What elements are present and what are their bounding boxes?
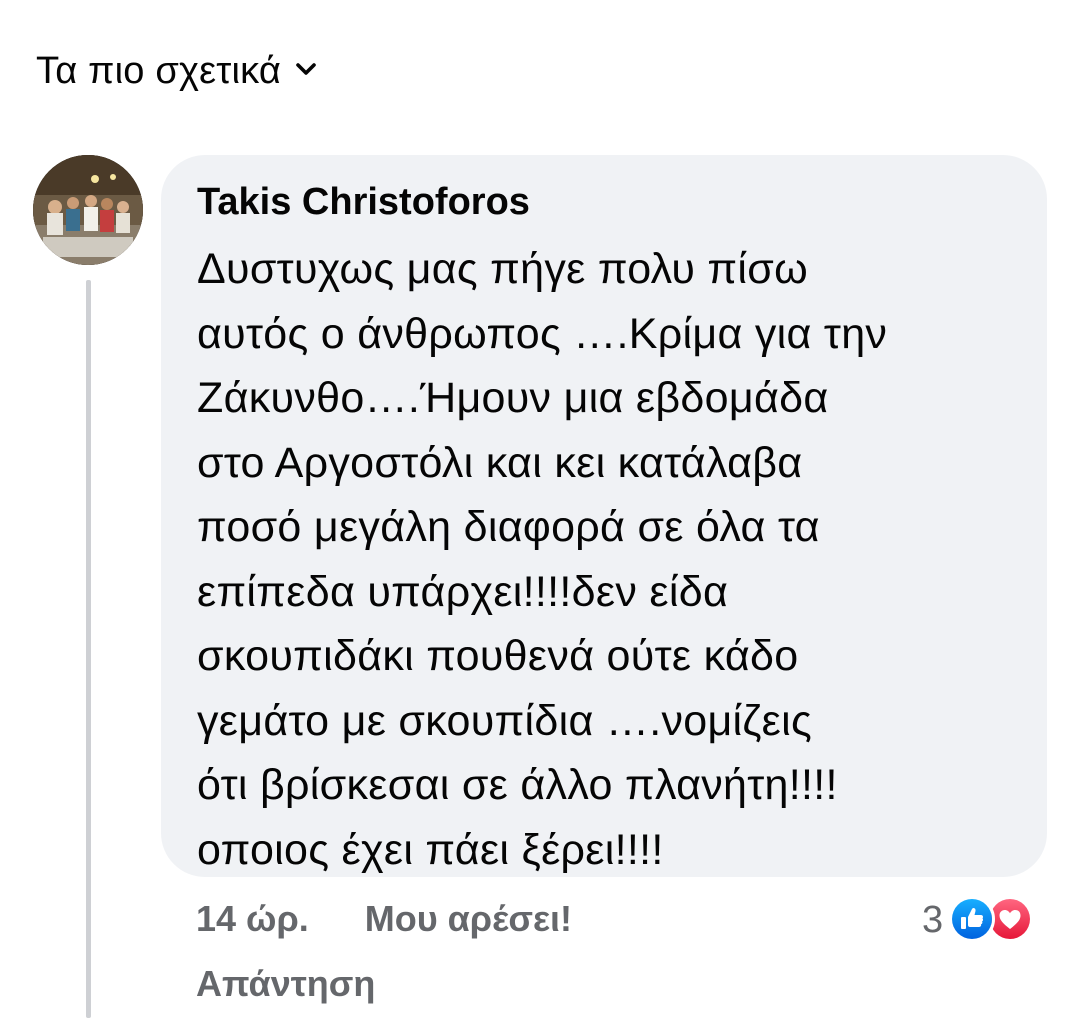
sort-label: Τα πιο σχετικά bbox=[36, 50, 282, 92]
comment-actions: 14 ώρ. Μου αρέσει! bbox=[196, 898, 572, 940]
like-button[interactable]: Μου αρέσει! bbox=[365, 898, 572, 940]
reaction-count: 3 bbox=[922, 898, 944, 941]
reactions-summary[interactable]: 3 bbox=[922, 896, 1041, 944]
reply-button[interactable]: Απάντηση bbox=[196, 963, 375, 1005]
thread-line bbox=[86, 280, 91, 1018]
sort-dropdown[interactable]: Τα πιο σχετικά bbox=[36, 50, 317, 93]
comment-time[interactable]: 14 ώρ. bbox=[196, 898, 309, 940]
chevron-down-icon bbox=[295, 58, 317, 80]
avatar[interactable] bbox=[33, 155, 143, 265]
comment-author[interactable]: Takis Christoforos bbox=[197, 181, 530, 224]
reaction-icons bbox=[949, 896, 1041, 944]
comment-text: Δυστυχως μας πήγε πολυ πίσω αυτός ο άνθρ… bbox=[197, 245, 888, 874]
comment-bubble: Takis Christoforos Δυστυχως μας πήγε πολ… bbox=[161, 155, 1047, 877]
comment-section: Τα πιο σχετικά Takis Christoforos Δυστυχ… bbox=[0, 0, 1080, 1018]
like-reaction-icon bbox=[949, 896, 996, 942]
